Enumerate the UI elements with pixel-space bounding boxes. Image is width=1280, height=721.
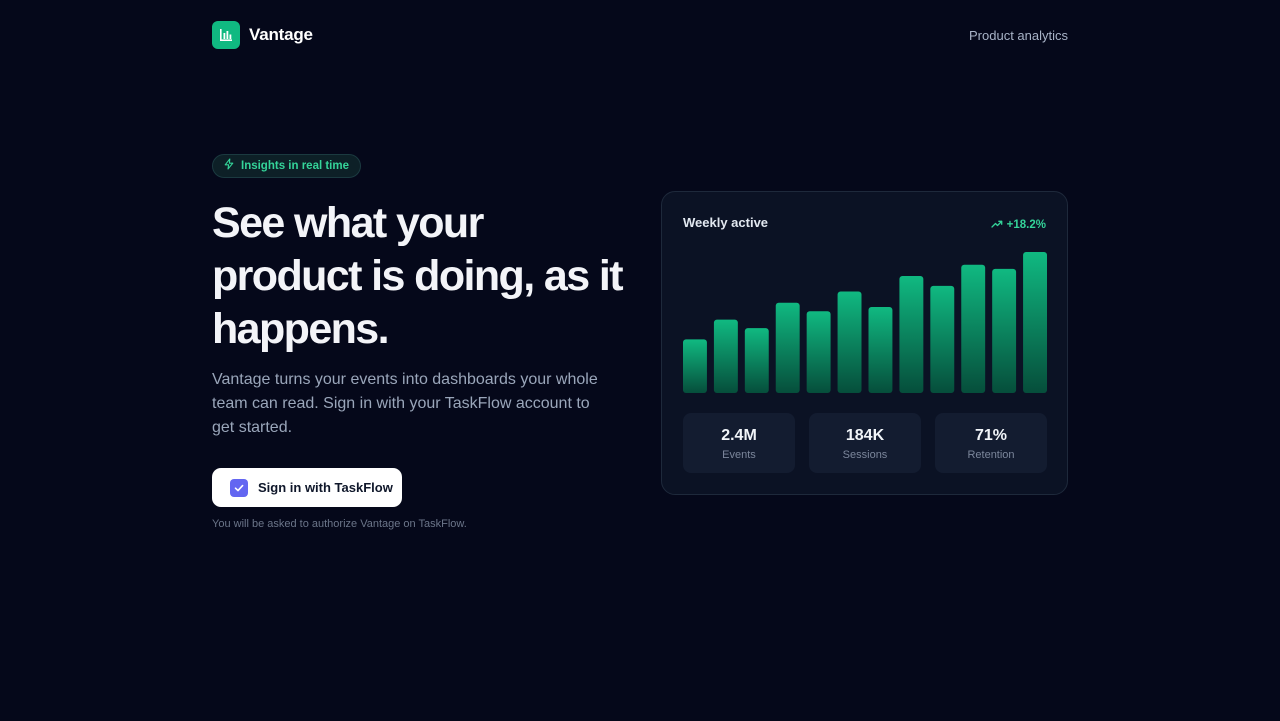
nav-product-analytics-link[interactable]: Product analytics <box>969 28 1068 43</box>
weekly-active-bar-chart <box>683 252 1047 393</box>
weekly-active-card: Weekly active +18.2% 2.4M Events 184K Se… <box>661 191 1068 495</box>
stat-label: Retention <box>967 448 1015 461</box>
stat-value: 2.4M <box>721 426 757 444</box>
card-title: Weekly active <box>683 215 769 230</box>
chart-bar <box>868 306 893 393</box>
chart-bar <box>837 291 862 393</box>
badge-label: Insights in real time <box>241 160 349 172</box>
brand-home-link[interactable]: Vantage <box>212 21 313 49</box>
chart-bar <box>899 275 924 393</box>
insights-badge: Insights in real time <box>212 154 361 178</box>
chart-bar <box>1023 252 1047 393</box>
landing-page: Vantage Product analytics Insights in re… <box>0 0 1280 721</box>
bolt-icon <box>223 157 235 175</box>
stat-events: 2.4M Events <box>683 413 795 473</box>
trend-indicator: +18.2% <box>991 216 1046 234</box>
stat-sessions: 184K Sessions <box>809 413 921 473</box>
stats-row: 2.4M Events 184K Sessions 71% Retention <box>683 413 1047 473</box>
top-header: Vantage Product analytics <box>212 21 1068 49</box>
chart-bar <box>992 268 1017 393</box>
chart-bar <box>744 328 769 393</box>
chart-bar <box>713 319 738 393</box>
chart-bar <box>775 302 800 393</box>
hero-headline: See what your product is doing, as it ha… <box>212 199 624 353</box>
trending-up-icon <box>991 216 1003 234</box>
stat-value: 71% <box>974 426 1008 444</box>
check-square-icon <box>230 478 248 497</box>
hero-subtext: Vantage turns your events into dashboard… <box>212 371 598 436</box>
bar-chart-icon <box>212 21 240 49</box>
brand-name: Vantage <box>249 25 313 44</box>
sign-in-button-label: Sign in with TaskFlow <box>258 480 393 495</box>
chart-bar <box>961 264 986 393</box>
stat-retention: 71% Retention <box>935 413 1047 473</box>
chart-bar <box>683 339 707 393</box>
sign-in-with-taskflow-button[interactable]: Sign in with TaskFlow <box>212 468 402 507</box>
authorize-note: You will be asked to authorize Vantage o… <box>212 518 467 530</box>
stat-label: Events <box>722 448 756 461</box>
stat-label: Sessions <box>842 448 888 461</box>
stat-value: 184K <box>845 426 885 444</box>
chart-bar <box>930 285 955 393</box>
trend-value: +18.2% <box>1006 219 1046 231</box>
chart-bar <box>806 311 831 393</box>
